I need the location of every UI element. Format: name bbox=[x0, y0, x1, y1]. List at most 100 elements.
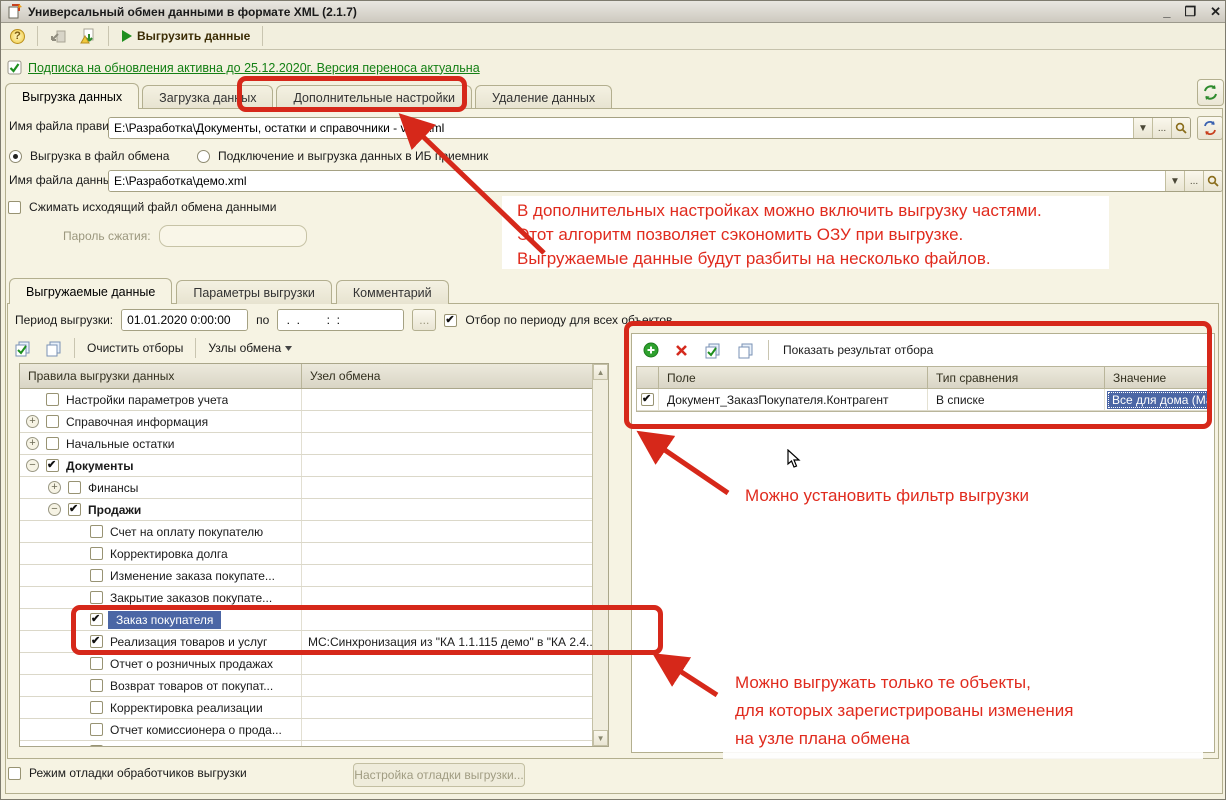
uncheck-all-icon bbox=[46, 341, 61, 356]
refresh-button[interactable] bbox=[1197, 79, 1224, 106]
tab-comment[interactable]: Комментарий bbox=[335, 280, 449, 304]
debug-mode-checkbox[interactable] bbox=[8, 766, 21, 780]
rules-search-button[interactable] bbox=[1171, 118, 1190, 138]
delete-filter-button[interactable] bbox=[670, 340, 693, 360]
rule-checkbox[interactable] bbox=[90, 701, 103, 714]
tab-delete-data[interactable]: Удаление данных bbox=[475, 85, 613, 109]
exchange-nodes-button[interactable]: Узлы обмена bbox=[203, 338, 297, 358]
filter-row[interactable]: Документ_ЗаказПокупателя.КонтрагентВ спи… bbox=[637, 389, 1211, 411]
tab-exported-data[interactable]: Выгружаемые данные bbox=[9, 278, 173, 304]
tree-row[interactable]: Отчет комиссионера о прода... bbox=[20, 719, 593, 741]
filter-check-all-button[interactable] bbox=[699, 340, 726, 360]
mouse-cursor bbox=[787, 449, 801, 468]
period-to-input[interactable] bbox=[278, 310, 404, 330]
radio-connect-ib[interactable] bbox=[197, 149, 210, 163]
scroll-up-icon[interactable]: ▲ bbox=[593, 364, 608, 380]
compress-label: Сжимать исходящий файл обмена данными bbox=[29, 200, 277, 214]
rule-checkbox[interactable] bbox=[46, 415, 59, 428]
tree-row[interactable]: + Начальные остатки bbox=[20, 433, 593, 455]
rule-checkbox[interactable] bbox=[68, 502, 81, 516]
rule-checkbox[interactable] bbox=[90, 591, 103, 604]
tab-export-params[interactable]: Параметры выгрузки bbox=[176, 280, 332, 304]
rule-checkbox[interactable] bbox=[90, 634, 103, 648]
check-all-button[interactable] bbox=[9, 338, 36, 358]
tree-row[interactable]: Настройки параметров учета bbox=[20, 389, 593, 411]
tree-row[interactable]: План продаж bbox=[20, 741, 593, 746]
add-filter-button[interactable] bbox=[638, 340, 664, 360]
restore-button[interactable]: ❐ bbox=[1184, 5, 1196, 18]
rules-dropdown-button[interactable]: ▼ bbox=[1133, 118, 1152, 138]
period-filter-checkbox[interactable] bbox=[444, 313, 458, 327]
clear-filters-button[interactable]: Очистить отборы bbox=[82, 338, 188, 358]
rule-checkbox[interactable] bbox=[68, 481, 81, 494]
tree-row[interactable]: Изменение заказа покупате... bbox=[20, 565, 593, 587]
radio-export-to-file[interactable] bbox=[9, 149, 22, 163]
rules-file-input[interactable] bbox=[109, 118, 1133, 138]
password-row: Пароль сжатия: bbox=[63, 225, 307, 247]
expand-icon[interactable]: + bbox=[26, 437, 39, 450]
subscription-link[interactable]: Подписка на обновления активна до 25.12.… bbox=[28, 61, 480, 75]
rule-checkbox[interactable] bbox=[46, 393, 59, 406]
filter-header-value: Значение bbox=[1113, 370, 1167, 385]
tab-import-data[interactable]: Загрузка данных bbox=[142, 85, 274, 109]
filter-value-selected[interactable]: Все для дома (Магазин) bbox=[1107, 390, 1211, 409]
tree-row[interactable]: Закрытие заказов покупате... bbox=[20, 587, 593, 609]
rule-checkbox[interactable] bbox=[90, 657, 103, 670]
tree-row[interactable]: Счет на оплату покупателю bbox=[20, 521, 593, 543]
rule-checkbox[interactable] bbox=[46, 458, 59, 472]
tab-export-data[interactable]: Выгрузка данных bbox=[5, 83, 140, 109]
rule-checkbox[interactable] bbox=[90, 745, 103, 746]
compress-checkbox[interactable] bbox=[8, 200, 21, 214]
help-button[interactable]: ? bbox=[5, 25, 30, 47]
help-icon: ? bbox=[10, 28, 25, 44]
tree-row[interactable]: + Финансы bbox=[20, 477, 593, 499]
tree-scrollbar[interactable]: ▲ ▼ bbox=[592, 364, 608, 746]
debug-settings-button[interactable]: Настройка отладки выгрузки... bbox=[353, 763, 525, 787]
rule-checkbox[interactable] bbox=[90, 612, 103, 626]
filter-uncheck-all-button[interactable] bbox=[732, 340, 759, 360]
tree-row[interactable]: Возврат товаров от покупат... bbox=[20, 675, 593, 697]
tree-row[interactable]: Реализация товаров и услуг МС:Синхронизац… bbox=[20, 631, 593, 653]
rule-label: Изменение заказа покупате... bbox=[110, 568, 275, 583]
run-export-button[interactable]: Выгрузить данные bbox=[116, 25, 255, 47]
rule-checkbox[interactable] bbox=[90, 525, 103, 538]
rule-label: Корректировка реализации bbox=[110, 700, 263, 715]
rule-checkbox[interactable] bbox=[90, 569, 103, 582]
rule-checkbox[interactable] bbox=[90, 547, 103, 560]
data-more-button[interactable]: ... bbox=[1184, 171, 1203, 191]
tab-additional-settings[interactable]: Дополнительные настройки bbox=[276, 85, 473, 109]
collapse-icon[interactable]: − bbox=[26, 459, 39, 472]
tree-row[interactable]: − Продажи bbox=[20, 499, 593, 521]
scroll-down-icon[interactable]: ▼ bbox=[593, 730, 608, 746]
rules-more-button[interactable]: ... bbox=[1152, 118, 1171, 138]
rule-checkbox[interactable] bbox=[90, 723, 103, 736]
save-settings-button[interactable] bbox=[75, 25, 101, 47]
filter-checkbox[interactable] bbox=[641, 392, 654, 406]
collapse-icon[interactable]: − bbox=[48, 503, 61, 516]
tree-row[interactable]: Отчет о розничных продажах bbox=[20, 653, 593, 675]
data-search-button[interactable] bbox=[1203, 171, 1222, 191]
tree-row[interactable]: Корректировка долга bbox=[20, 543, 593, 565]
tree-row[interactable]: Заказ покупателя bbox=[20, 609, 593, 631]
rule-checkbox[interactable] bbox=[46, 437, 59, 450]
compress-row: Сжимать исходящий файл обмена данными bbox=[8, 200, 276, 214]
close-button[interactable]: ✕ bbox=[1210, 5, 1221, 18]
tree-row[interactable]: Корректировка реализации bbox=[20, 697, 593, 719]
data-file-input[interactable] bbox=[109, 171, 1165, 191]
load-settings-button[interactable] bbox=[45, 25, 71, 47]
minimize-button[interactable]: _ bbox=[1163, 5, 1170, 18]
rule-checkbox[interactable] bbox=[90, 679, 103, 692]
expand-icon[interactable]: + bbox=[26, 415, 39, 428]
rule-label: Возврат товаров от покупат... bbox=[110, 678, 274, 693]
period-more-button[interactable]: ... bbox=[412, 309, 437, 331]
period-from-input[interactable] bbox=[122, 310, 248, 330]
reload-rules-button[interactable] bbox=[1197, 116, 1223, 140]
tree-row[interactable]: − Документы bbox=[20, 455, 593, 477]
password-input[interactable] bbox=[158, 225, 307, 247]
show-filter-result-button[interactable]: Показать результат отбора bbox=[778, 340, 938, 360]
uncheck-all-button[interactable] bbox=[40, 338, 67, 358]
tree-row[interactable]: + Справочная информация bbox=[20, 411, 593, 433]
expand-icon[interactable]: + bbox=[48, 481, 61, 494]
data-dropdown-button[interactable]: ▼ bbox=[1165, 171, 1184, 191]
debug-mode-label: Режим отладки обработчиков выгрузки bbox=[29, 766, 247, 780]
